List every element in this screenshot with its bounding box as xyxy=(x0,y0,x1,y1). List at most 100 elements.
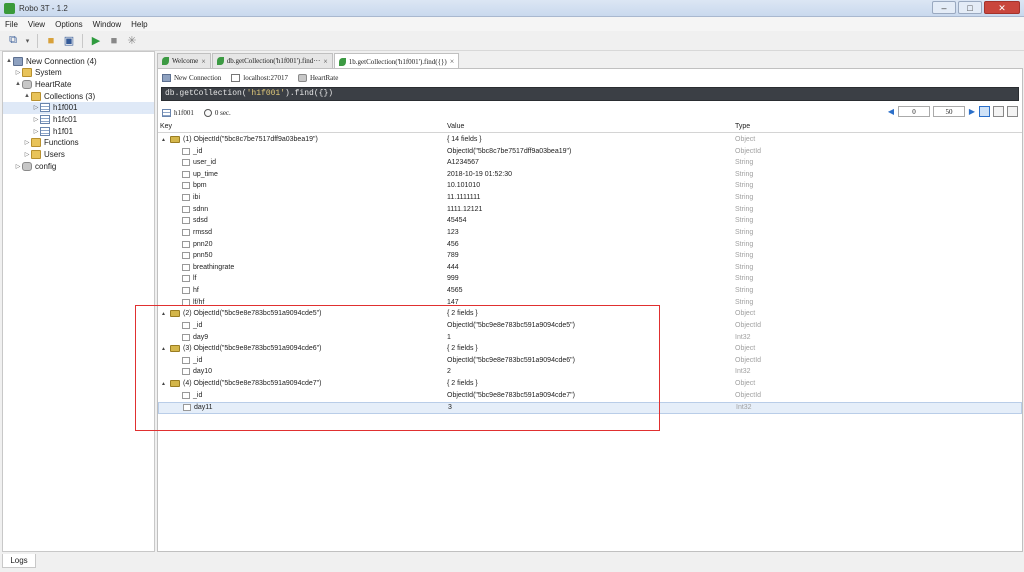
tab-query-1[interactable]: db.getCollection('h1f001').find··· × xyxy=(211,53,333,68)
menu-file[interactable]: File xyxy=(5,20,18,29)
chevron-down-icon[interactable]: ▾ xyxy=(24,34,31,48)
type-cell: String xyxy=(735,275,754,283)
field-row[interactable]: day11 3 Int32 xyxy=(158,402,1022,414)
expanded-arrow-icon[interactable]: ▲ xyxy=(5,58,13,64)
expand-arrow-icon[interactable]: ▲ xyxy=(161,311,167,317)
type-cell: ObjectId xyxy=(735,321,762,329)
field-row[interactable]: rmssd 123 String xyxy=(158,228,1022,240)
field-row[interactable]: sdnn 1111.12121 String xyxy=(158,205,1022,217)
tree-view-icon[interactable] xyxy=(979,106,990,117)
field-row[interactable]: breathingrate 444 String xyxy=(158,263,1022,275)
limit-field[interactable]: 50 xyxy=(933,106,965,117)
table-view-icon[interactable] xyxy=(993,106,1004,117)
tree-item[interactable]: ▷ Functions xyxy=(3,137,154,149)
value-cell: 11.1111111 xyxy=(447,194,481,202)
document-row[interactable]: ▲ (3) ObjectId("5bc9e8e783bc591a9094cde6"… xyxy=(158,344,1022,356)
key-text: ibi xyxy=(193,194,201,202)
query-editor[interactable]: db.getCollection('h1f001').find({}) xyxy=(161,87,1019,101)
close-icon[interactable]: × xyxy=(323,57,328,66)
collapsed-arrow-icon[interactable]: ▷ xyxy=(32,128,40,135)
menu-view[interactable]: View xyxy=(28,20,45,29)
key-text: (4) ObjectId("5bc9e8e783bc591a9094cde7") xyxy=(183,380,322,388)
tree-item-label: h1fc01 xyxy=(53,115,78,124)
expanded-arrow-icon[interactable]: ▲ xyxy=(23,93,31,99)
close-icon[interactable]: × xyxy=(450,57,455,66)
logs-tab[interactable]: Logs xyxy=(2,554,36,568)
value-cell: ObjectId("5bc9e8e783bc591a9094cde5") xyxy=(447,321,575,329)
tab-welcome[interactable]: Welcome × xyxy=(157,53,211,68)
tree-item[interactable]: ▷ Users xyxy=(3,149,154,161)
previous-page-icon[interactable]: ◀ xyxy=(887,107,895,116)
window-controls: – □ ✕ xyxy=(932,1,1020,14)
interrupt-icon[interactable]: ✳ xyxy=(125,34,139,48)
type-cell: String xyxy=(735,159,754,167)
collapsed-arrow-icon[interactable]: ▷ xyxy=(23,139,31,146)
tree-item[interactable]: ▲ HeartRate xyxy=(3,78,154,90)
field-row[interactable]: up_time 2018-10-19 01:52:30 String xyxy=(158,170,1022,182)
expand-arrow-icon[interactable]: ▲ xyxy=(161,137,167,143)
field-row[interactable]: bpm 10.101010 String xyxy=(158,181,1022,193)
tree-item[interactable]: ▷ System xyxy=(3,67,154,79)
document-row[interactable]: ▲ (1) ObjectId("5bc8c7be7517dff9a03bea19"… xyxy=(158,135,1022,147)
menu-window[interactable]: Window xyxy=(93,20,121,29)
field-row[interactable]: _id ObjectId("5bc9e8e783bc591a9094cde5") O… xyxy=(158,321,1022,333)
robo3t-app-icon xyxy=(4,3,15,14)
close-window-button[interactable]: ✕ xyxy=(984,1,1020,14)
field-row[interactable]: lf/hf 147 String xyxy=(158,298,1022,310)
menu-options[interactable]: Options xyxy=(55,20,83,29)
tree-item[interactable]: ▷ h1f001 xyxy=(3,101,154,114)
document-icon xyxy=(170,310,180,318)
document-row[interactable]: ▲ (4) ObjectId("5bc9e8e783bc591a9094cde7"… xyxy=(158,379,1022,391)
field-row[interactable]: pnn20 456 String xyxy=(158,240,1022,252)
maximize-button[interactable]: □ xyxy=(958,1,982,14)
collapsed-arrow-icon[interactable]: ▷ xyxy=(14,69,22,76)
tree-item[interactable]: ▷ h1f01 xyxy=(3,125,154,137)
menu-help[interactable]: Help xyxy=(131,20,147,29)
field-row[interactable]: lf 999 String xyxy=(158,274,1022,286)
tree-item-label: New Connection (4) xyxy=(26,56,97,66)
expand-arrow-icon[interactable]: ▲ xyxy=(161,381,167,387)
key-cell: day10 xyxy=(182,368,212,376)
minimize-button[interactable]: – xyxy=(932,1,956,14)
text-view-icon[interactable] xyxy=(1007,106,1018,117)
collapsed-arrow-icon[interactable]: ▷ xyxy=(32,116,40,123)
field-icon xyxy=(182,391,190,399)
tree-item[interactable]: ▲ Collections (3) xyxy=(3,90,154,102)
field-row[interactable]: hf 4565 String xyxy=(158,286,1022,298)
key-cell: ▲ (4) ObjectId("5bc9e8e783bc591a9094cde7"… xyxy=(161,380,322,388)
expanded-arrow-icon[interactable]: ▲ xyxy=(14,81,22,87)
field-row[interactable]: pnn50 789 String xyxy=(158,251,1022,263)
field-row[interactable]: ibi 11.1111111 String xyxy=(158,193,1022,205)
collapsed-arrow-icon[interactable]: ▷ xyxy=(23,151,31,158)
field-row[interactable]: _id ObjectId("5bc9e8e783bc591a9094cde7") O… xyxy=(158,391,1022,403)
close-icon[interactable]: × xyxy=(201,57,206,66)
field-row[interactable]: day9 1 Int32 xyxy=(158,333,1022,345)
collapsed-arrow-icon[interactable]: ▷ xyxy=(14,163,22,170)
window-title: Robo 3T - 1.2 xyxy=(19,4,68,13)
execute-icon[interactable]: ▶ xyxy=(89,34,103,48)
column-type[interactable]: Type xyxy=(735,123,750,130)
results-header: Key Value Type xyxy=(158,122,1022,133)
tree-item[interactable]: ▲ New Connection (4) xyxy=(3,55,154,67)
column-key[interactable]: Key xyxy=(160,123,172,130)
field-row[interactable]: _id ObjectId("5bc9e8e783bc591a9094cde6") O… xyxy=(158,356,1022,368)
next-page-icon[interactable]: ▶ xyxy=(968,107,976,116)
connect-icon[interactable]: ⧉ xyxy=(6,34,20,48)
field-icon xyxy=(182,228,190,236)
key-cell: _id xyxy=(182,391,202,399)
document-row[interactable]: ▲ (2) ObjectId("5bc9e8e783bc591a9094cde5"… xyxy=(158,309,1022,321)
column-value[interactable]: Value xyxy=(447,123,464,130)
field-row[interactable]: day10 2 Int32 xyxy=(158,367,1022,379)
open-folder-icon[interactable]: ■ xyxy=(44,34,58,48)
field-row[interactable]: _id ObjectId("5bc8c7be7517dff9a03bea19") O… xyxy=(158,147,1022,159)
expand-arrow-icon[interactable]: ▲ xyxy=(161,346,167,352)
stop-icon[interactable]: ■ xyxy=(107,34,121,48)
tree-item[interactable]: ▷ h1fc01 xyxy=(3,114,154,126)
save-icon[interactable]: ▣ xyxy=(62,34,76,48)
field-row[interactable]: user_id A1234567 String xyxy=(158,158,1022,170)
tab-query-2[interactable]: 1b.getCollection('h1f001').find({}) × xyxy=(333,53,460,69)
skip-field[interactable]: 0 xyxy=(898,106,930,117)
collapsed-arrow-icon[interactable]: ▷ xyxy=(32,104,40,111)
tree-item[interactable]: ▷ config xyxy=(3,160,154,172)
field-row[interactable]: sdsd 45454 String xyxy=(158,216,1022,228)
